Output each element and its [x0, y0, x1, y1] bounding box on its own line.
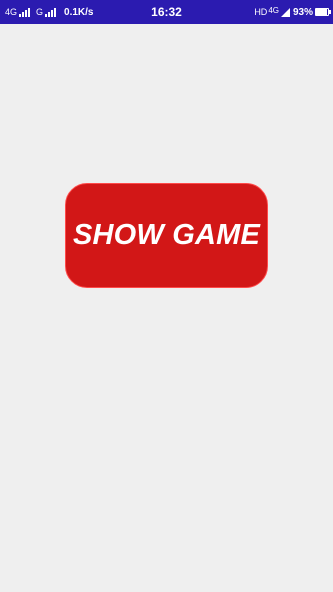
status-bar-left: 4G G 0.1K/s [5, 7, 94, 18]
status-bar-right: HD 4G 93% [254, 5, 331, 18]
network-type-sim1: 4G [5, 7, 18, 17]
battery-percent: 93% [292, 6, 313, 18]
show-game-label: SHOW GAME [72, 219, 261, 251]
signal-bars-icon [19, 7, 31, 17]
battery-fill [316, 9, 328, 15]
show-game-button[interactable]: SHOW GAME [65, 183, 268, 288]
hd-voice-icon: HD [254, 7, 268, 17]
status-bar: 4G G 0.1K/s 16:32 HD 4G 93% [0, 0, 333, 24]
main-content: SHOW GAME [0, 24, 333, 592]
network-type-right: 4G [268, 5, 279, 15]
network-type-sim2: G [36, 7, 44, 17]
signal-bars-icon [45, 7, 57, 17]
signal-triangle-icon [280, 7, 290, 17]
battery-icon [315, 8, 331, 16]
data-speed: 0.1K/s [64, 6, 94, 18]
